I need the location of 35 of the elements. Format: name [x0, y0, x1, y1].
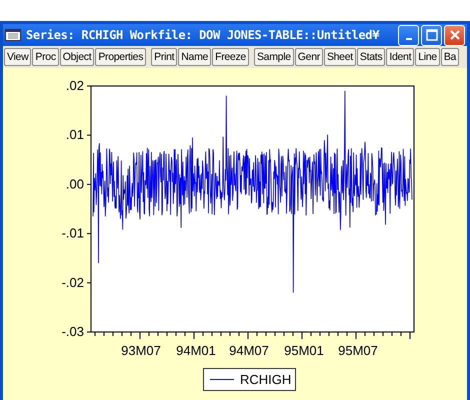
toolbar-button[interactable]: Stats — [356, 48, 386, 66]
y-axis-label: .02 — [66, 78, 84, 93]
window-icon — [5, 29, 21, 41]
toolbar-button[interactable]: View — [4, 48, 32, 66]
toolbar-button[interactable]: Name — [178, 48, 212, 66]
legend-line-icon — [210, 379, 234, 380]
maximize-button[interactable] — [421, 24, 442, 46]
x-axis-label: 94M01 — [176, 343, 216, 358]
close-button[interactable] — [444, 24, 465, 46]
toolbar-button[interactable]: Line — [415, 48, 440, 66]
window-title: Series: RCHIGH Workfile: DOW JONES-TABLE::Untitled¥ — [26, 28, 380, 42]
toolbar-button[interactable]: Object — [60, 48, 94, 66]
toolbar-button[interactable]: Ident — [386, 48, 414, 66]
y-axis-label: -.02 — [62, 274, 84, 290]
toolbar-button[interactable]: Print — [151, 48, 178, 66]
minimize-button[interactable] — [398, 24, 419, 46]
y-axis-label: .00 — [66, 176, 84, 192]
toolbar-button[interactable]: Proc — [32, 48, 59, 66]
maximize-icon — [426, 29, 438, 41]
toolbar-button[interactable]: Sample — [254, 48, 294, 66]
legend-label: RCHIGH — [240, 372, 292, 387]
toolbar-button[interactable]: Ba — [440, 48, 460, 66]
toolbar-button[interactable]: Sheet — [324, 48, 356, 66]
close-icon — [448, 29, 460, 41]
y-axis-label: -.03 — [62, 324, 84, 339]
x-axis-label: 94M07 — [229, 343, 269, 358]
y-axis-label: -.01 — [62, 226, 84, 241]
x-axis-label: 95M01 — [284, 343, 324, 358]
x-axis-label: 95M07 — [338, 343, 378, 358]
x-axis-label: 93M07 — [121, 343, 161, 358]
toolbar-button[interactable]: Freeze — [212, 48, 249, 66]
toolbar-button[interactable]: Properties — [95, 48, 146, 66]
minimize-icon — [406, 38, 412, 40]
y-axis-label: .01 — [66, 127, 84, 142]
toolbar-button[interactable]: Genr — [294, 48, 323, 66]
